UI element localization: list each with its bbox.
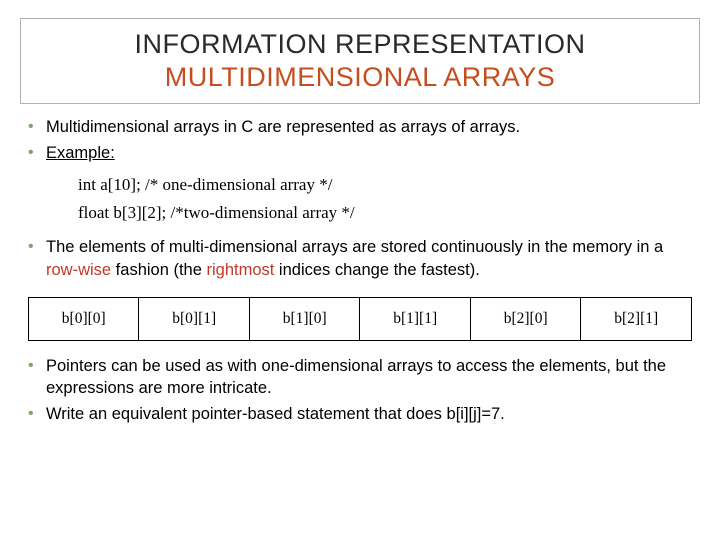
array-cell: b[1][0] <box>249 297 359 340</box>
content-area: Multidimensional arrays in C are represe… <box>0 116 720 426</box>
title-line-1: INFORMATION REPRESENTATION <box>29 29 691 60</box>
text-fragment: indices change the fastest). <box>274 261 479 279</box>
highlight-rowwise: row-wise <box>46 261 111 279</box>
code-line: float b[3][2]; /*two-dimensional array *… <box>78 199 692 228</box>
bullet-item: Example: <box>28 142 692 164</box>
bullet-list-top: Multidimensional arrays in C are represe… <box>28 116 692 165</box>
bullet-item: Pointers can be used as with one-dimensi… <box>28 355 692 400</box>
array-cell: b[2][1] <box>581 297 692 340</box>
text-fragment: fashion (the <box>111 261 206 279</box>
table-row: b[0][0] b[0][1] b[1][0] b[1][1] b[2][0] … <box>29 297 692 340</box>
bullet-item: Write an equivalent pointer-based statem… <box>28 403 692 425</box>
example-label: Example: <box>46 144 115 162</box>
bullet-item: The elements of multi-dimensional arrays… <box>28 236 692 281</box>
bullet-list-mid: The elements of multi-dimensional arrays… <box>28 236 692 281</box>
title-box: INFORMATION REPRESENTATION MULTIDIMENSIO… <box>20 18 700 104</box>
array-cell: b[0][1] <box>139 297 249 340</box>
title-line-2: MULTIDIMENSIONAL ARRAYS <box>29 62 691 93</box>
bullet-item: Multidimensional arrays in C are represe… <box>28 116 692 138</box>
code-line: int a[10]; /* one-dimensional array */ <box>78 171 692 200</box>
bullet-list-bottom: Pointers can be used as with one-dimensi… <box>28 355 692 426</box>
array-cell: b[1][1] <box>360 297 470 340</box>
text-fragment: The elements of multi-dimensional arrays… <box>46 238 663 256</box>
array-cell: b[2][0] <box>470 297 580 340</box>
highlight-rightmost: rightmost <box>206 261 274 279</box>
code-block: int a[10]; /* one-dimensional array */ f… <box>78 171 692 229</box>
array-cell: b[0][0] <box>29 297 139 340</box>
array-layout-table: b[0][0] b[0][1] b[1][0] b[1][1] b[2][0] … <box>28 297 692 341</box>
